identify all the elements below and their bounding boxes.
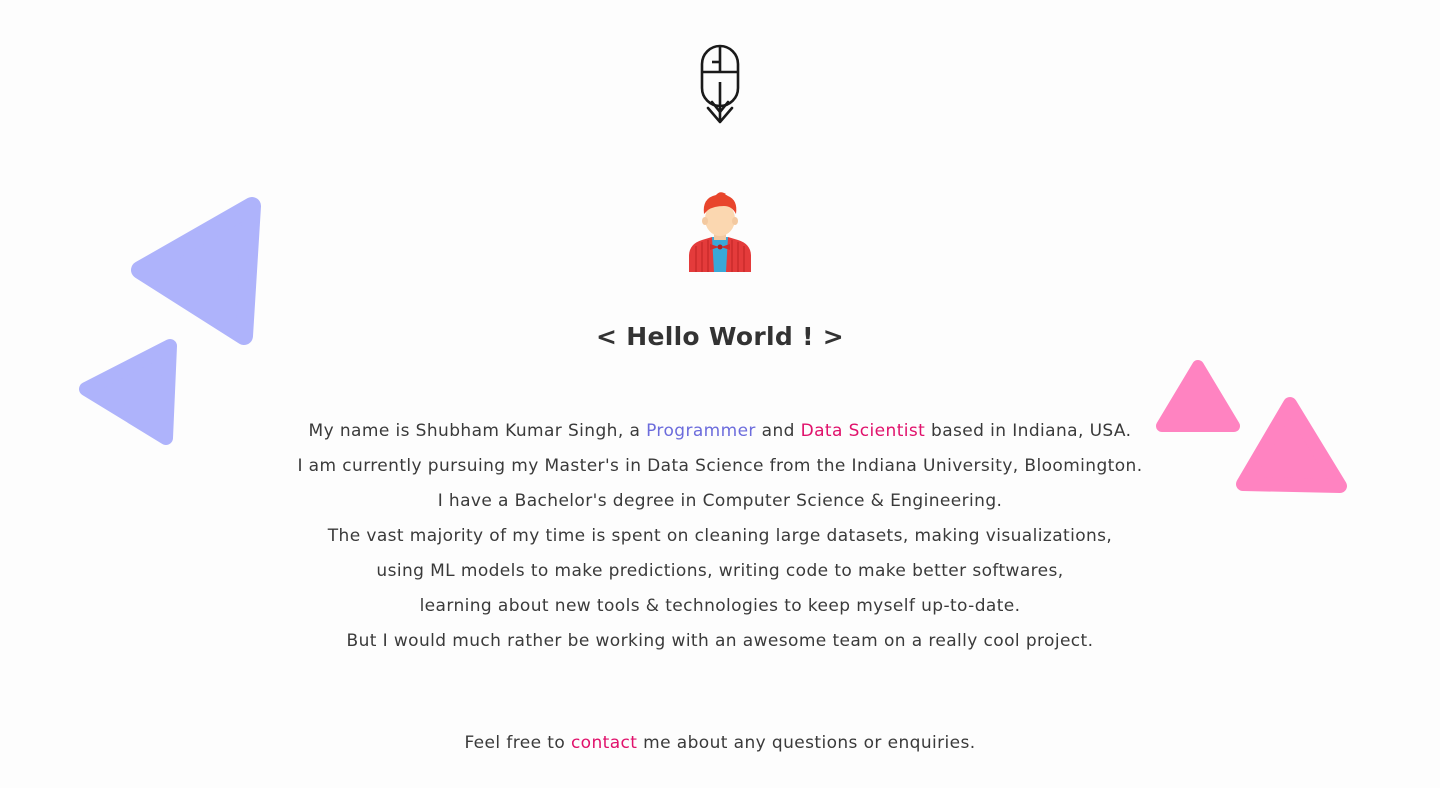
- developer-avatar-icon: [686, 192, 754, 274]
- contact-line: Feel free to contact me about any questi…: [0, 726, 1440, 761]
- bio-line-work-2: using ML models to make predictions, wri…: [376, 561, 1064, 581]
- bio-intro-prefix: My name is Shubham Kumar Singh, a: [308, 421, 647, 441]
- bio-line-education-bachelors: I have a Bachelor's degree in Computer S…: [437, 491, 1003, 511]
- mouse-scroll-down-icon[interactable]: [700, 44, 740, 126]
- bio-line-team: But I would much rather be working with …: [346, 631, 1094, 651]
- data-scientist-link[interactable]: Data Scientist: [801, 421, 926, 441]
- bio-line-work-1: The vast majority of my time is spent on…: [327, 526, 1113, 546]
- contact-prefix: Feel free to: [464, 733, 571, 753]
- contact-suffix: me about any questions or enquiries.: [637, 733, 976, 753]
- purple-triangle-large: [131, 197, 261, 345]
- contact-link[interactable]: contact: [571, 733, 637, 753]
- purple-triangle-small: [79, 339, 177, 445]
- bio-paragraph: My name is Shubham Kumar Singh, a Progra…: [200, 414, 1240, 659]
- bio-line-work-3: learning about new tools & technologies …: [419, 596, 1021, 616]
- page-title: < Hello World ! >: [595, 322, 845, 351]
- bio-line-education-masters: I am currently pursuing my Master's in D…: [297, 456, 1143, 476]
- programmer-link[interactable]: Programmer: [646, 421, 756, 441]
- pink-triangle-large: [1236, 397, 1347, 493]
- bio-intro-mid: and: [755, 421, 801, 441]
- bio-intro-suffix: based in Indiana, USA.: [925, 421, 1132, 441]
- bio-line-intro: My name is Shubham Kumar Singh, a Progra…: [200, 414, 1240, 449]
